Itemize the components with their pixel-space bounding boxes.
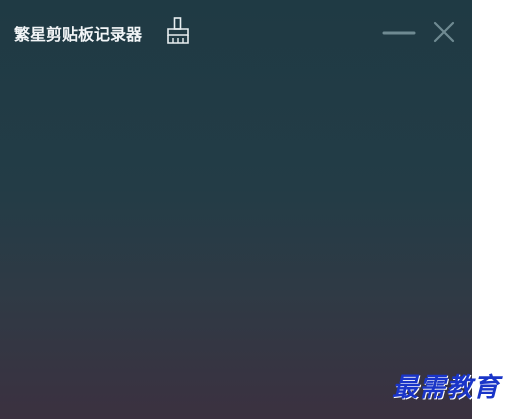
clear-history-button[interactable] (166, 17, 190, 45)
watermark-logo: 最需教育 (392, 373, 501, 403)
minimize-button[interactable] (382, 24, 416, 42)
minimize-icon (382, 31, 416, 35)
clipboard-recorder-window: 繁星剪贴板记录器 (0, 0, 472, 419)
clipboard-history-area[interactable] (0, 62, 472, 419)
broom-icon (167, 17, 189, 44)
close-button[interactable] (432, 20, 456, 44)
close-icon (433, 21, 455, 43)
app-title: 繁星剪贴板记录器 (14, 25, 143, 44)
title-bar[interactable]: 繁星剪贴板记录器 (0, 0, 472, 62)
